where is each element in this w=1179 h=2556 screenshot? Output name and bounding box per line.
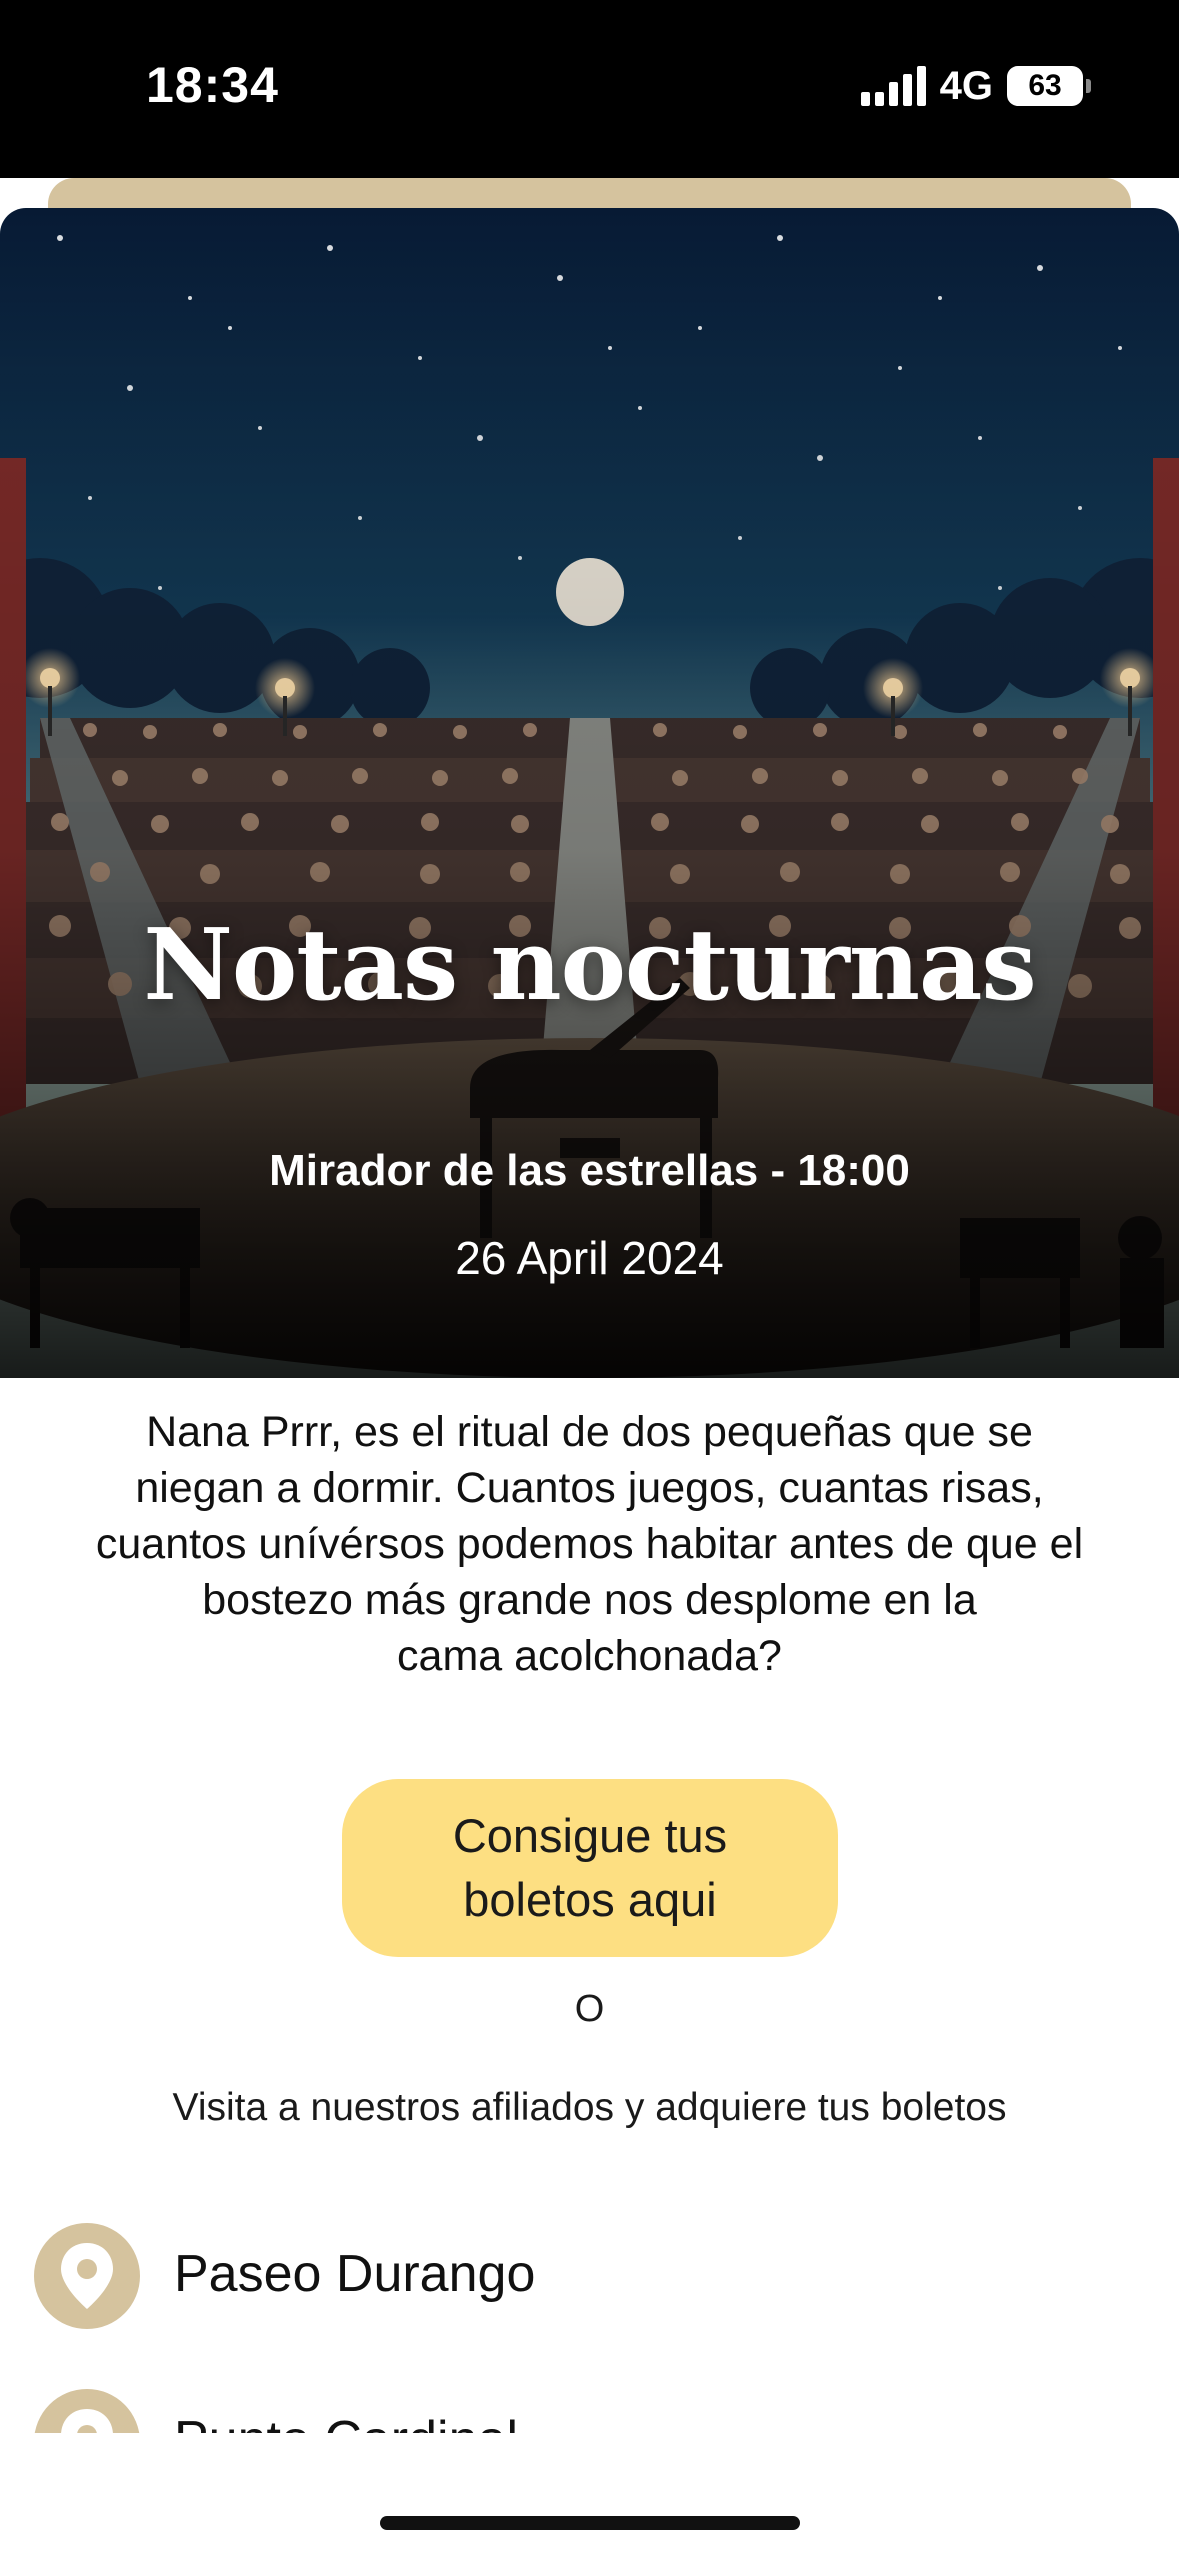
or-separator: O: [574, 1988, 605, 2030]
event-description: Nana Prrr, es el ritual de dos pequeñas …: [95, 1408, 1084, 1680]
affiliate-item-paseo-durango[interactable]: Paseo Durango: [0, 2220, 1179, 2330]
event-venue-time: Mirador de las estrellas - 18:00: [269, 1146, 910, 1195]
status-bar: 18:34 4G 63: [0, 0, 1179, 178]
affiliate-name: Paseo Durango: [174, 2245, 536, 2303]
concert-amphitheater-illustration: [0, 208, 1179, 1378]
battery-icon: 63: [1007, 66, 1091, 106]
home-indicator[interactable]: [380, 2516, 800, 2530]
cellular-signal-icon: [860, 66, 926, 106]
location-pin-icon: [34, 2223, 140, 2329]
battery-level: 63: [1028, 69, 1062, 102]
status-indicators: 4G 63: [860, 63, 1091, 108]
affiliates-prompt: Visita a nuestros afiliados y adquiere t…: [172, 2086, 1007, 2129]
affiliate-item-punto-cardinal[interactable]: Punto Cardinal: [0, 2386, 1179, 2433]
get-tickets-button[interactable]: Consigue tus boletos aqui: [342, 1779, 838, 1957]
location-pin-icon: [34, 2389, 140, 2433]
affiliate-name: Punto Cardinal: [174, 2410, 518, 2433]
event-hero: Notas nocturnas Mirador de las estrellas…: [0, 208, 1179, 1378]
status-time: 18:34: [146, 57, 279, 113]
event-title: Notas nocturnas: [143, 908, 1036, 1023]
affiliate-list: Paseo Durango Punto Cardinal: [0, 2220, 1179, 2433]
network-label: 4G: [939, 63, 993, 108]
event-date: 26 April 2024: [455, 1232, 724, 1284]
